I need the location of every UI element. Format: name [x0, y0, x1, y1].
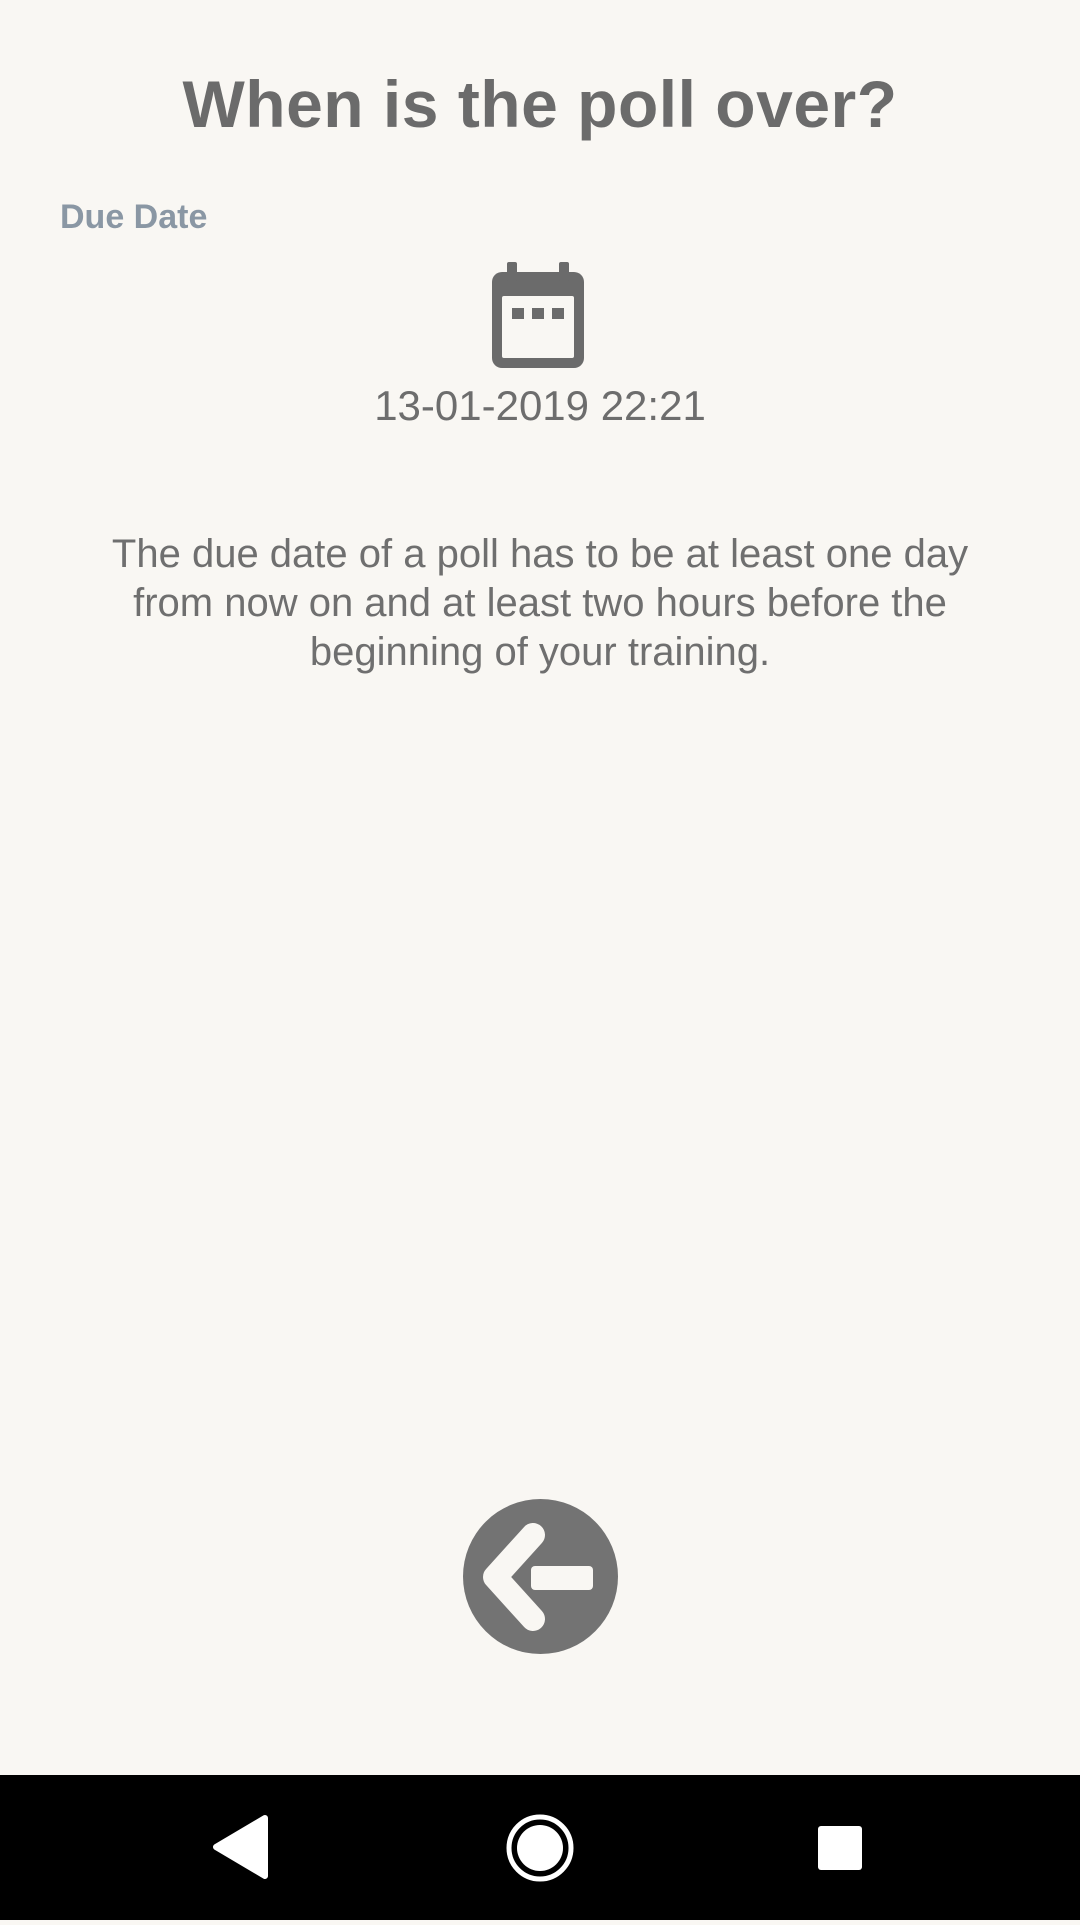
- nav-back-button[interactable]: [180, 1775, 300, 1920]
- nav-recents-button[interactable]: [780, 1775, 900, 1920]
- page-title: When is the poll over?: [182, 67, 898, 141]
- nav-back-icon: [213, 1815, 268, 1879]
- due-date-info-text: The due date of a poll has to be at leas…: [111, 532, 969, 674]
- arrow-left-icon: [483, 1523, 593, 1631]
- nav-home-icon: [506, 1814, 574, 1882]
- nav-recents-icon: [818, 1826, 862, 1870]
- nav-home-button[interactable]: [480, 1775, 600, 1920]
- calendar-icon: [492, 262, 584, 368]
- due-date-value: 13-01-2019 22:21: [374, 382, 706, 429]
- due-date-picker[interactable]: 13-01-2019 22:21: [340, 262, 740, 442]
- back-button[interactable]: [463, 1499, 618, 1654]
- system-nav-bar: [0, 1775, 1080, 1920]
- due-date-label: Due Date: [60, 198, 208, 236]
